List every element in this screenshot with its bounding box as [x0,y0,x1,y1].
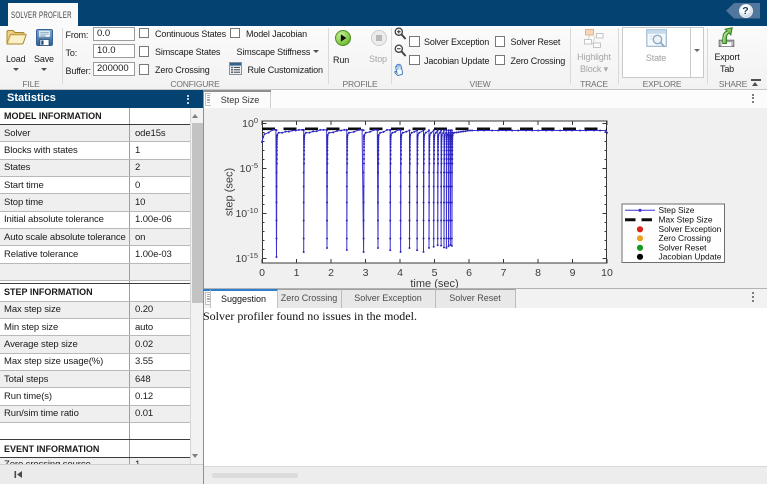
svg-text:step (sec): step (sec) [224,167,236,215]
svg-text:10-10: 10-10 [235,206,258,220]
svg-text:6: 6 [466,267,472,279]
svg-text:1: 1 [294,267,300,279]
svg-text:Jacobian Update: Jacobian Update [659,251,722,261]
svg-text:4: 4 [397,267,403,279]
svg-text:2: 2 [328,267,334,279]
svg-text:Zero Crossing: Zero Crossing [659,233,712,243]
svg-text:100: 100 [242,116,258,130]
svg-text:8: 8 [535,267,541,279]
svg-text:0: 0 [259,267,265,279]
svg-text:time (sec): time (sec) [410,278,458,289]
svg-text:Max Step Size: Max Step Size [659,214,713,224]
svg-text:10-15: 10-15 [235,251,258,265]
svg-text:10: 10 [601,267,613,279]
svg-text:9: 9 [570,267,576,279]
svg-text:10-5: 10-5 [240,161,258,175]
svg-text:3: 3 [363,267,369,279]
svg-text:Step Size: Step Size [659,205,695,215]
svg-text:7: 7 [501,267,507,279]
